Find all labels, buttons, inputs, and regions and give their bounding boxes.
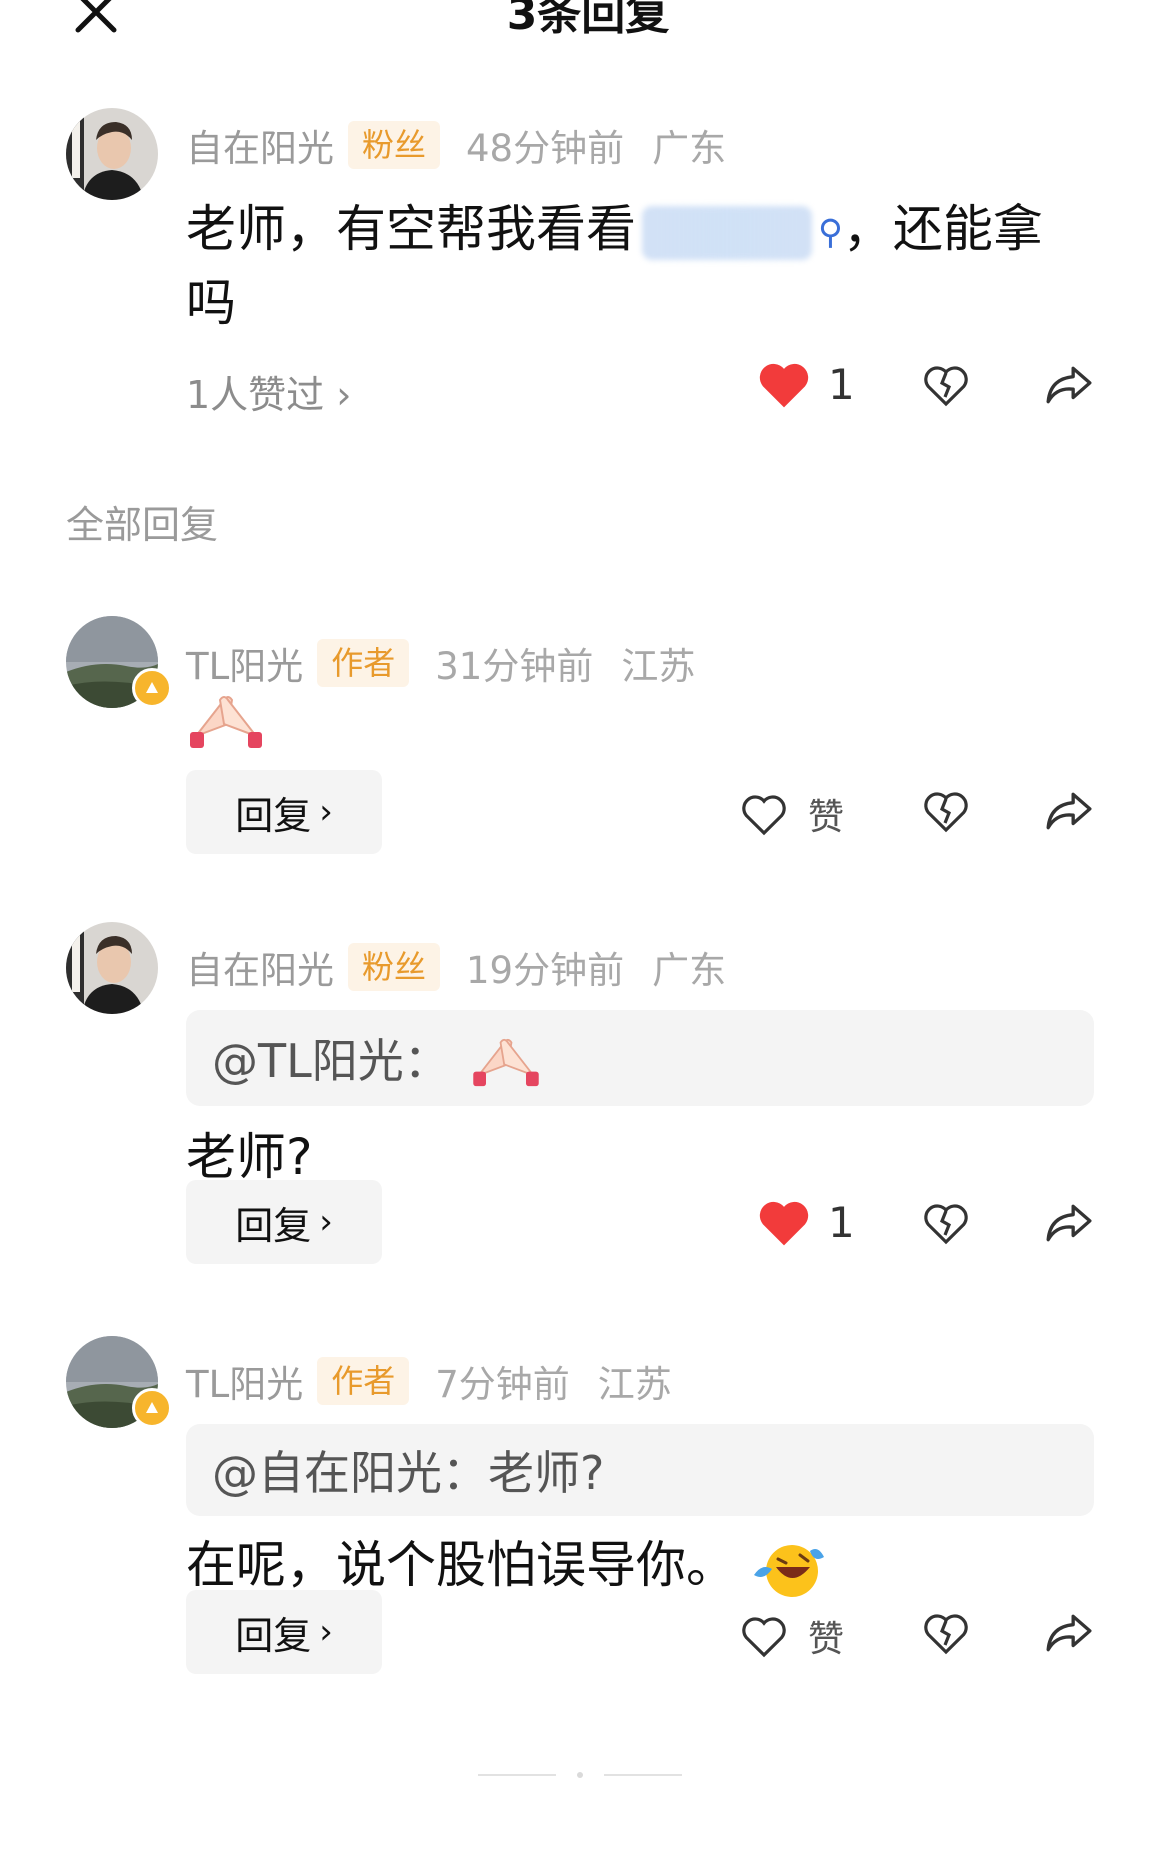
avatar[interactable] xyxy=(66,1336,172,1428)
avatar[interactable] xyxy=(66,108,158,200)
quoted-reply[interactable]: @TL阳光： xyxy=(186,1010,1094,1106)
timestamp: 31分钟前 xyxy=(435,645,594,688)
comment-text-part1: 老师，有空帮我看看 xyxy=(186,200,636,258)
like-button[interactable]: 赞 xyxy=(740,788,844,840)
reply-button[interactable]: 回复 › xyxy=(186,770,382,854)
comment-meta: 自在阳光 粉丝 48分钟前 广东 xyxy=(186,120,726,170)
end-of-list-divider xyxy=(478,1772,682,1778)
verified-badge-icon xyxy=(132,668,172,708)
location: 江苏 xyxy=(597,1363,672,1406)
comment-text-content: 在呢，说个股怕误导你。 xyxy=(186,1536,736,1594)
share-icon[interactable] xyxy=(1044,362,1094,408)
reply-button-label: 回复 xyxy=(235,1203,312,1248)
avatar[interactable] xyxy=(66,616,172,708)
chevron-right-icon: › xyxy=(319,1202,333,1242)
reply-button-label: 回复 xyxy=(235,793,312,838)
laughing-crying-emoji-icon xyxy=(753,1544,824,1597)
reply-button[interactable]: 回复 › xyxy=(186,1180,382,1264)
comment-meta: TL阳光 作者 31分钟前 江苏 xyxy=(186,638,695,688)
username[interactable]: TL阳光 xyxy=(186,1354,303,1408)
username[interactable]: 自在阳光 xyxy=(186,118,334,172)
heart-filled-icon xyxy=(759,363,809,408)
verified-badge-icon xyxy=(132,1388,172,1428)
dislike-broken-heart-icon[interactable] xyxy=(922,362,970,408)
like-button[interactable]: 1 xyxy=(756,1196,855,1248)
search-link-icon[interactable]: ⚲ xyxy=(818,213,843,253)
location: 广东 xyxy=(652,949,727,992)
timestamp: 7分钟前 xyxy=(435,1363,570,1406)
timestamp: 48分钟前 xyxy=(466,127,625,170)
reply-button-label: 回复 xyxy=(235,1613,312,1658)
author-badge: 作者 xyxy=(317,1357,410,1405)
share-icon[interactable] xyxy=(1044,1200,1094,1246)
avatar-man-image xyxy=(66,108,158,200)
comment-meta: TL阳光 作者 7分钟前 江苏 xyxy=(186,1356,672,1406)
chevron-right-icon: › xyxy=(319,1612,333,1652)
praying-hands-emoji-icon xyxy=(190,696,262,748)
location: 广东 xyxy=(652,127,727,170)
dislike-broken-heart-icon[interactable] xyxy=(922,788,970,834)
reply-button[interactable]: 回复 › xyxy=(186,1590,382,1674)
fan-badge: 粉丝 xyxy=(348,121,441,169)
comment-meta: 自在阳光 粉丝 19分钟前 广东 xyxy=(186,942,726,992)
quoted-reply[interactable]: @自在阳光：老师? xyxy=(186,1424,1094,1516)
avatar[interactable] xyxy=(66,922,158,1014)
chevron-right-icon: › xyxy=(319,792,333,832)
header: 3条回复 xyxy=(0,0,1176,40)
heart-outline-icon xyxy=(742,795,786,836)
likers-link[interactable]: 1人赞过 › xyxy=(186,364,351,419)
timestamp: 19分钟前 xyxy=(466,949,625,992)
like-button[interactable]: 赞 xyxy=(740,1610,844,1662)
quoted-text: @自在阳光：老师? xyxy=(212,1446,605,1500)
heart-outline-icon xyxy=(742,1617,786,1658)
all-replies-label: 全部回复 xyxy=(66,503,219,547)
praying-hands-emoji-icon xyxy=(473,1038,539,1087)
like-label: 赞 xyxy=(808,797,845,838)
share-icon[interactable] xyxy=(1044,1610,1094,1656)
fan-badge: 粉丝 xyxy=(348,943,441,991)
comment-text: 老师，有空帮我看看 ⚲，还能拿 吗 xyxy=(186,194,1106,338)
like-count: 1 xyxy=(828,359,855,409)
like-label: 赞 xyxy=(808,1619,845,1660)
location: 江苏 xyxy=(621,645,696,688)
like-button[interactable]: 1 xyxy=(756,358,855,410)
share-icon[interactable] xyxy=(1044,788,1094,834)
username[interactable]: TL阳光 xyxy=(186,636,303,690)
username[interactable]: 自在阳光 xyxy=(186,940,334,994)
avatar-man-image xyxy=(66,922,158,1014)
like-count: 1 xyxy=(828,1197,855,1247)
heart-filled-icon xyxy=(759,1201,809,1246)
dislike-broken-heart-icon[interactable] xyxy=(922,1610,970,1656)
author-badge: 作者 xyxy=(317,639,410,687)
blurred-stock-link[interactable] xyxy=(642,205,812,260)
quoted-text: @TL阳光： xyxy=(212,1034,450,1088)
comment-text-line2: 吗 xyxy=(186,273,236,332)
dislike-broken-heart-icon[interactable] xyxy=(922,1200,970,1246)
comment-text-part2: ，还能拿 xyxy=(842,200,1043,258)
page-title: 3条回复 xyxy=(506,0,670,40)
